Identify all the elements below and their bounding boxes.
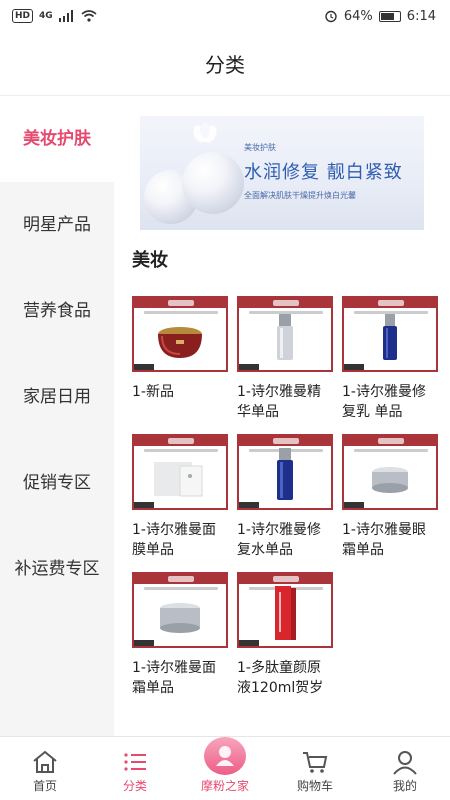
sidebar-item-nutrition-food[interactable]: 营养食品 [0,268,114,354]
hd-icon: HD [12,9,34,23]
blue-toner-icon [277,448,293,500]
fan-home-icon [204,737,246,775]
banner-subtitle: 全面解决肌肤干燥提升焕白光馨 [244,191,356,200]
clock: 6:14 [406,8,436,24]
status-bar: HD 4G 64% 6:14 [0,0,450,32]
user-icon [393,751,417,775]
product-name: 1-诗尔雅曼修复乳 单品 [342,384,426,420]
product-image [132,572,228,648]
category-icon [124,753,146,771]
product-image [342,296,438,372]
tab-profile[interactable]: 我的 [360,737,450,800]
sidebar-item-shipping-supplement[interactable]: 补运费专区 [0,526,114,612]
bottom-tab-bar: 首页 分类 摩粉之家 购物车 我的 [0,736,450,800]
alarm-icon [325,10,337,23]
category-sidebar: 美妆护肤 明星产品 营养食品 家居日用 促销专区 补运费专区 [0,96,114,736]
category-content: 美妆护肤 水润修复 靓白紧致 全面解决肌肤干燥提升焕白光馨 美妆 1-新品 1-… [114,96,450,736]
tab-label: 购物车 [296,779,333,793]
product-image [132,434,228,510]
product-image [237,434,333,510]
sidebar-item-home-daily[interactable]: 家居日用 [0,354,114,440]
product-name: 1-诗尔雅曼面霜单品 [132,660,216,696]
signal-4g-icon: 4G [39,11,53,21]
product-image [237,296,333,372]
product-name: 1-新品 [132,384,174,400]
signal-bars-icon [58,10,73,22]
product-card[interactable]: 1-诗尔雅曼面膜单品 [132,434,228,560]
pearl-decoration [182,152,244,214]
tab-label: 摩粉之家 [200,779,249,793]
eye-cream-jar-icon [372,467,408,493]
tab-label: 首页 [32,779,57,793]
product-image [132,296,228,372]
cart-icon [303,752,328,773]
face-cream-jar-icon [160,603,200,633]
blue-bottle-icon [383,314,397,360]
product-card[interactable]: 1-新品 [132,296,228,422]
tab-fan-home[interactable]: 摩粉之家 [180,737,270,800]
battery-icon [378,10,401,22]
status-right: 64% 6:14 [324,9,436,24]
page-title: 分类 [0,32,450,96]
product-image [342,434,438,510]
wifi-icon [81,10,97,22]
tab-category[interactable]: 分类 [90,737,180,800]
banner-title: 水润修复 靓白紧致 [244,162,403,183]
product-grid: 1-新品 1-诗尔雅曼精华单品 1-诗尔雅曼修复乳 单品 1-诗尔雅曼面膜单品 [132,296,442,698]
flower-icon [193,122,217,143]
product-name: 1-诗尔雅曼修复水单品 [237,522,321,558]
battery-percent: 64% [343,8,373,24]
tab-label: 我的 [392,779,417,793]
product-card[interactable]: 1-诗尔雅曼修复乳 单品 [342,296,438,422]
product-card[interactable]: 1-诗尔雅曼修复水单品 [237,434,333,560]
home-icon [33,750,57,773]
tab-home[interactable]: 首页 [0,737,90,800]
mask-box-icon [154,462,203,497]
product-name: 1-多肽童颜原液120ml贺岁 [237,660,324,696]
red-gold-jar-icon [158,327,202,358]
sidebar-item-star-products[interactable]: 明星产品 [0,182,114,268]
product-name: 1-诗尔雅曼精华单品 [237,384,321,420]
product-name: 1-诗尔雅曼眼霜单品 [342,522,426,558]
silver-bottle-icon [277,314,293,360]
status-left: HD 4G [12,9,97,23]
product-card[interactable]: 1-多肽童颜原液120ml贺岁 [237,572,333,698]
product-name: 1-诗尔雅曼面膜单品 [132,522,216,558]
sidebar-item-beauty-skincare[interactable]: 美妆护肤 [0,96,114,182]
tab-label: 分类 [122,779,147,793]
product-image [237,572,333,648]
section-title: 美妆 [132,250,168,271]
product-card[interactable]: 1-诗尔雅曼面霜单品 [132,572,228,698]
sidebar-item-promotions[interactable]: 促销专区 [0,440,114,526]
product-card[interactable]: 1-诗尔雅曼眼霜单品 [342,434,438,560]
product-card[interactable]: 1-诗尔雅曼精华单品 [237,296,333,422]
promo-banner[interactable]: 美妆护肤 水润修复 靓白紧致 全面解决肌肤干燥提升焕白光馨 [140,116,424,230]
essence-box-icon [275,586,296,640]
tab-cart[interactable]: 购物车 [270,737,360,800]
banner-small-text: 美妆护肤 [244,143,276,152]
